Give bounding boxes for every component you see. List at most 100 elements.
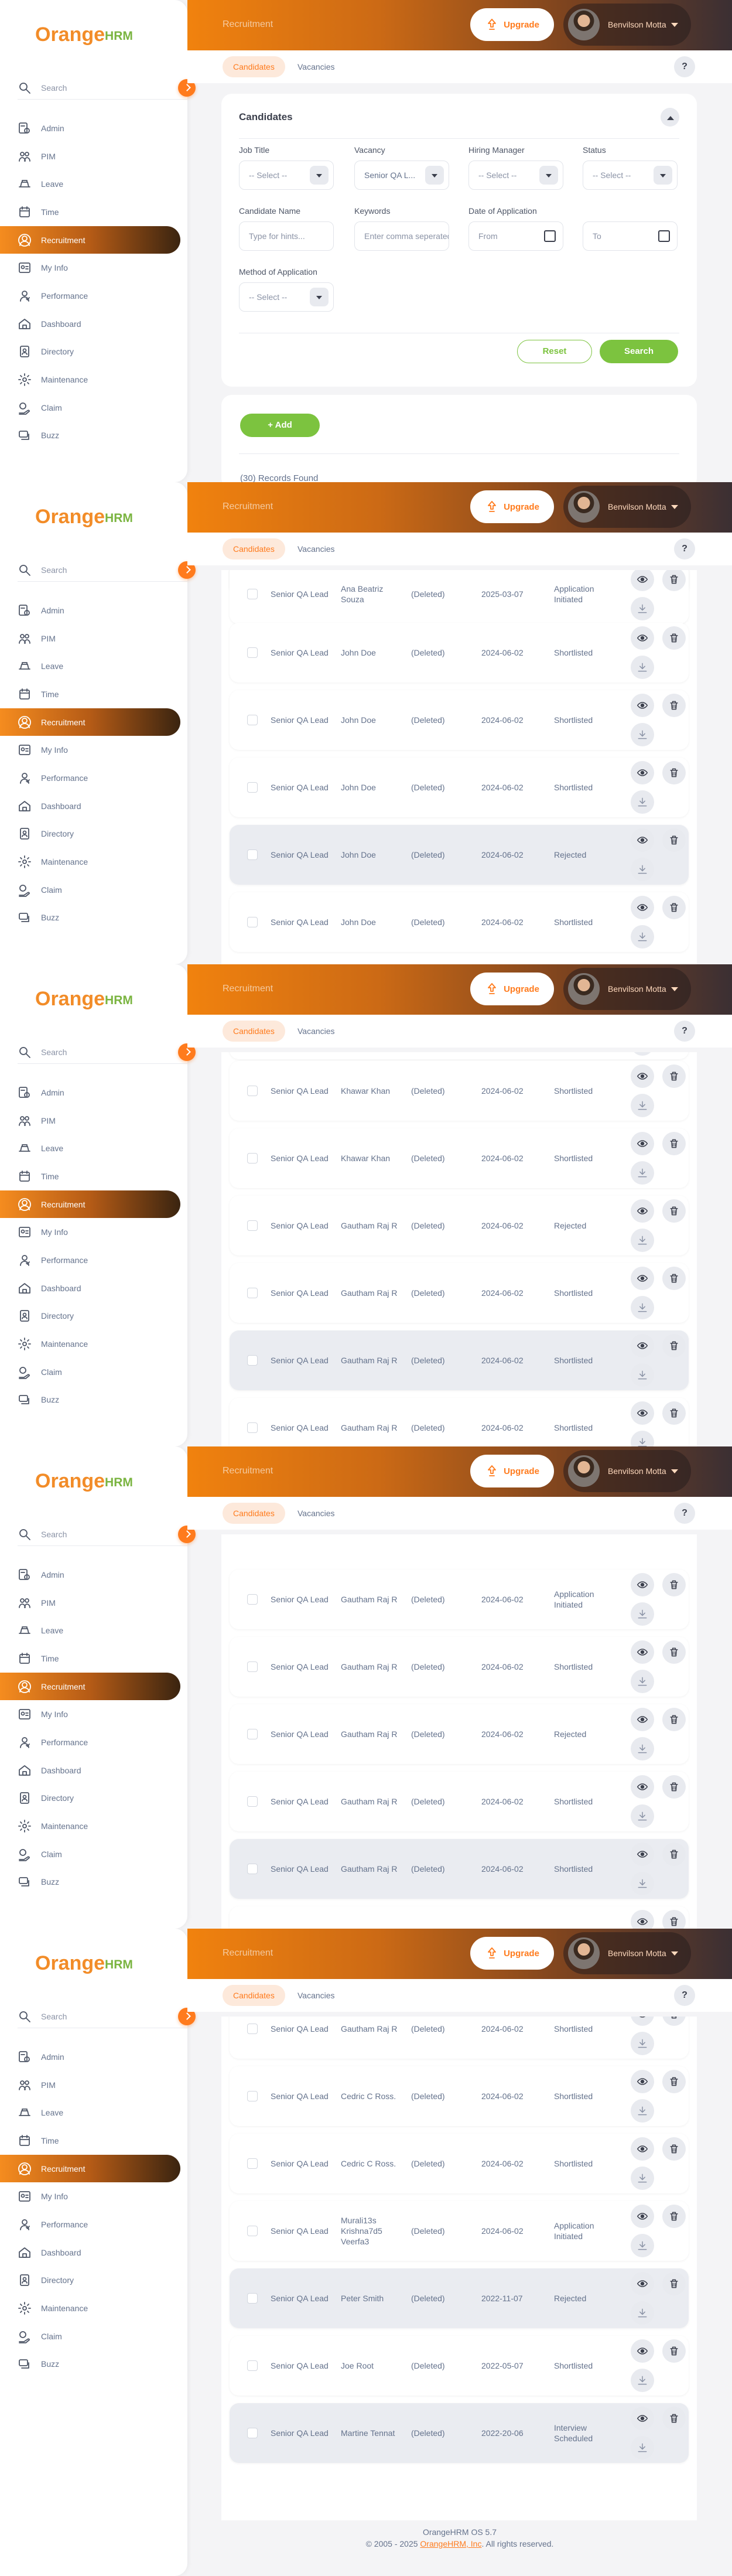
sidebar-item-pim[interactable]: PIM (0, 1107, 187, 1135)
row-checkbox[interactable] (247, 1220, 258, 1231)
download-button[interactable] (631, 2099, 654, 2123)
row-checkbox[interactable] (247, 1422, 258, 1433)
row-checkbox[interactable] (247, 2091, 258, 2101)
view-button[interactable] (631, 1775, 654, 1799)
delete-button[interactable] (662, 1334, 686, 1357)
sidebar-item-dashboard[interactable]: Dashboard (0, 310, 187, 338)
table-row[interactable]: Senior QA Lead Khawar Khan (Deleted) 202… (230, 1061, 689, 1121)
keywords-input[interactable]: Enter comma seperated words... (354, 221, 449, 251)
sidebar-item-leave[interactable]: Leave (0, 170, 187, 198)
sidebar-item-dashboard[interactable]: Dashboard (0, 792, 187, 820)
status-select[interactable]: -- Select -- (583, 161, 678, 190)
sidebar-item-recruitment[interactable]: Recruitment (0, 708, 180, 736)
download-button[interactable] (631, 1804, 654, 1828)
view-button[interactable] (631, 626, 654, 650)
view-button[interactable] (631, 2070, 654, 2093)
view-button[interactable] (631, 2407, 654, 2430)
upgrade-button[interactable]: Upgrade (470, 1937, 554, 1970)
tab-candidates[interactable]: Candidates (223, 1021, 285, 1042)
delete-button[interactable] (662, 1910, 686, 1929)
help-button[interactable]: ? (674, 56, 695, 77)
table-row[interactable]: Senior QA Lead John Doe (Deleted) 2024-0… (230, 623, 689, 683)
table-row[interactable]: Senior QA Lead Gautham Raj R (Deleted) 2… (230, 1637, 689, 1697)
view-button[interactable] (631, 2339, 654, 2363)
tab-vacancies[interactable]: Vacancies (287, 1503, 346, 1524)
download-button[interactable] (631, 1052, 654, 1056)
table-row[interactable]: Senior QA Lead Gautham Raj R (Deleted) 2… (230, 1906, 689, 1929)
table-row[interactable]: Senior QA Lead Ana Beatriz Souza (Delete… (230, 570, 689, 624)
reset-button[interactable]: Reset (517, 340, 592, 363)
view-button[interactable] (631, 1267, 654, 1290)
upgrade-button[interactable]: Upgrade (470, 1455, 554, 1487)
download-button[interactable] (631, 2301, 654, 2325)
sidebar-search-input[interactable]: Search (41, 1530, 67, 1539)
tab-candidates[interactable]: Candidates (223, 1503, 285, 1524)
view-button[interactable] (631, 2205, 654, 2228)
download-button[interactable] (631, 1296, 654, 1319)
sidebar-item-performance[interactable]: Performance (0, 764, 187, 792)
delete-button[interactable] (662, 2407, 686, 2430)
vacancy-select[interactable]: Senior QA L... (354, 161, 449, 190)
download-button[interactable] (631, 1602, 654, 1626)
row-checkbox[interactable] (247, 647, 258, 658)
sidebar-item-time[interactable]: Time (0, 1644, 187, 1673)
row-checkbox[interactable] (247, 849, 258, 860)
download-button[interactable] (631, 1363, 654, 1387)
sidebar-item-directory[interactable]: Directory (0, 2267, 187, 2295)
delete-button[interactable] (662, 2272, 686, 2295)
row-checkbox[interactable] (247, 1288, 258, 1298)
method-select[interactable]: -- Select -- (239, 282, 334, 312)
download-button[interactable] (631, 1737, 654, 1760)
view-button[interactable] (631, 828, 654, 852)
row-checkbox[interactable] (247, 1796, 258, 1807)
sidebar-item-maintenance[interactable]: Maintenance (0, 1330, 187, 1358)
hiring-manager-select[interactable]: -- Select -- (468, 161, 563, 190)
table-row[interactable]: Senior QA Lead Cedric C Ross. (Deleted) … (230, 2134, 689, 2193)
company-link[interactable]: OrangeHRM, Inc (420, 2539, 481, 2548)
user-dropdown[interactable]: Benvilson Motta (563, 486, 691, 528)
download-button[interactable] (631, 597, 654, 620)
row-checkbox[interactable] (247, 1594, 258, 1605)
sidebar-search[interactable]: Search (18, 1040, 187, 1064)
date-from-input[interactable]: From (468, 221, 563, 251)
table-row[interactable]: Senior QA Lead Khawar Khan (Deleted) 202… (230, 1128, 689, 1188)
user-dropdown[interactable]: Benvilson Motta (563, 1932, 691, 1974)
sidebar-item-claim[interactable]: Claim (0, 1840, 187, 1868)
sidebar-item-my-info[interactable]: My Info (0, 1700, 187, 1728)
table-row[interactable]: Senior QA Lead John Doe (Deleted) 2024-0… (230, 758, 689, 817)
sidebar-item-time[interactable]: Time (0, 680, 187, 708)
row-checkbox[interactable] (247, 1355, 258, 1366)
tab-candidates[interactable]: Candidates (223, 1985, 285, 2006)
sidebar-item-claim[interactable]: Claim (0, 1358, 187, 1386)
delete-button[interactable] (662, 1573, 686, 1596)
sidebar-item-claim[interactable]: Claim (0, 2322, 187, 2350)
sidebar-item-recruitment[interactable]: Recruitment (0, 2154, 180, 2183)
delete-button[interactable] (662, 1708, 686, 1731)
download-button[interactable] (631, 2032, 654, 2055)
download-button[interactable] (631, 1229, 654, 1252)
download-button[interactable] (631, 1094, 654, 1117)
tab-candidates[interactable]: Candidates (223, 56, 285, 77)
orangehrm-logo[interactable]: Orange HRM (35, 25, 133, 45)
sidebar-item-buzz[interactable]: Buzz (0, 2350, 187, 2379)
collapse-filter-button[interactable] (661, 108, 679, 127)
table-row[interactable]: Senior QA Lead Gautham Raj R (Deleted) 2… (230, 1839, 689, 1899)
view-button[interactable] (631, 694, 654, 717)
table-row[interactable]: Senior QA Lead Murali13s Krishna7d5 Veer… (230, 2201, 689, 2261)
sidebar-item-performance[interactable]: Performance (0, 282, 187, 310)
sidebar-item-claim[interactable]: Claim (0, 876, 187, 904)
sidebar-item-admin[interactable]: Admin (0, 2043, 187, 2071)
sidebar-item-pim[interactable]: PIM (0, 1589, 187, 1617)
user-dropdown[interactable]: Benvilson Motta (563, 1450, 691, 1492)
row-checkbox[interactable] (247, 1729, 258, 1739)
sidebar-item-buzz[interactable]: Buzz (0, 904, 187, 932)
help-button[interactable]: ? (674, 538, 695, 559)
sidebar-item-buzz[interactable]: Buzz (0, 1386, 187, 1414)
orangehrm-logo[interactable]: Orange HRM (35, 989, 133, 1009)
row-checkbox[interactable] (247, 2024, 258, 2034)
row-checkbox[interactable] (247, 917, 258, 927)
sidebar-item-directory[interactable]: Directory (0, 1302, 187, 1330)
delete-button[interactable] (662, 694, 686, 717)
row-checkbox[interactable] (247, 2360, 258, 2371)
row-checkbox[interactable] (247, 1153, 258, 1164)
